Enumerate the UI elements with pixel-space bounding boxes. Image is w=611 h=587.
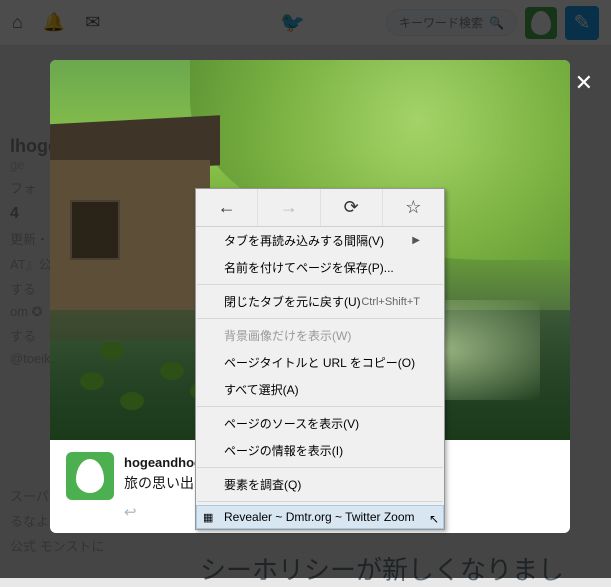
submenu-arrow-icon: ▶	[412, 235, 420, 246]
menu-inspect[interactable]: 要素を調査(Q)	[196, 471, 444, 498]
menu-select-all[interactable]: すべて選択(A)	[196, 376, 444, 403]
menu-undo-close-tab[interactable]: 閉じたタブを元に戻す(U) Ctrl+Shift+T	[196, 288, 444, 315]
menu-copy-title-url[interactable]: ページタイトルと URL をコピー(O)	[196, 349, 444, 376]
nav-reload-icon[interactable]: ⟳	[321, 189, 383, 226]
menu-reload-interval[interactable]: タブを再読み込みする間隔(V)▶	[196, 227, 444, 254]
nav-bookmark-icon[interactable]: ☆	[383, 189, 444, 226]
menu-save-page[interactable]: 名前を付けてページを保存(P)...	[196, 254, 444, 281]
tweet-avatar[interactable]	[66, 452, 114, 500]
nav-forward-icon[interactable]: →	[258, 189, 320, 226]
close-icon[interactable]: ✕	[575, 70, 593, 96]
nav-back-icon[interactable]: ←	[196, 189, 258, 226]
menu-view-bg-image: 背景画像だけを表示(W)	[196, 322, 444, 349]
menu-view-source[interactable]: ページのソースを表示(V)	[196, 410, 444, 437]
extension-icon: ▦	[203, 511, 213, 524]
menu-view-info[interactable]: ページの情報を表示(I)	[196, 437, 444, 464]
reply-icon[interactable]: ↩	[124, 503, 137, 521]
shortcut-label: Ctrl+Shift+T	[361, 296, 420, 308]
context-menu: ← → ⟳ ☆ タブを再読み込みする間隔(V)▶ 名前を付けてページを保存(P)…	[195, 188, 445, 530]
menu-revealer-extension[interactable]: ▦ Revealer ~ Dmtr.org ~ Twitter Zoom ↖	[196, 505, 444, 529]
cursor-icon: ↖	[429, 512, 439, 526]
